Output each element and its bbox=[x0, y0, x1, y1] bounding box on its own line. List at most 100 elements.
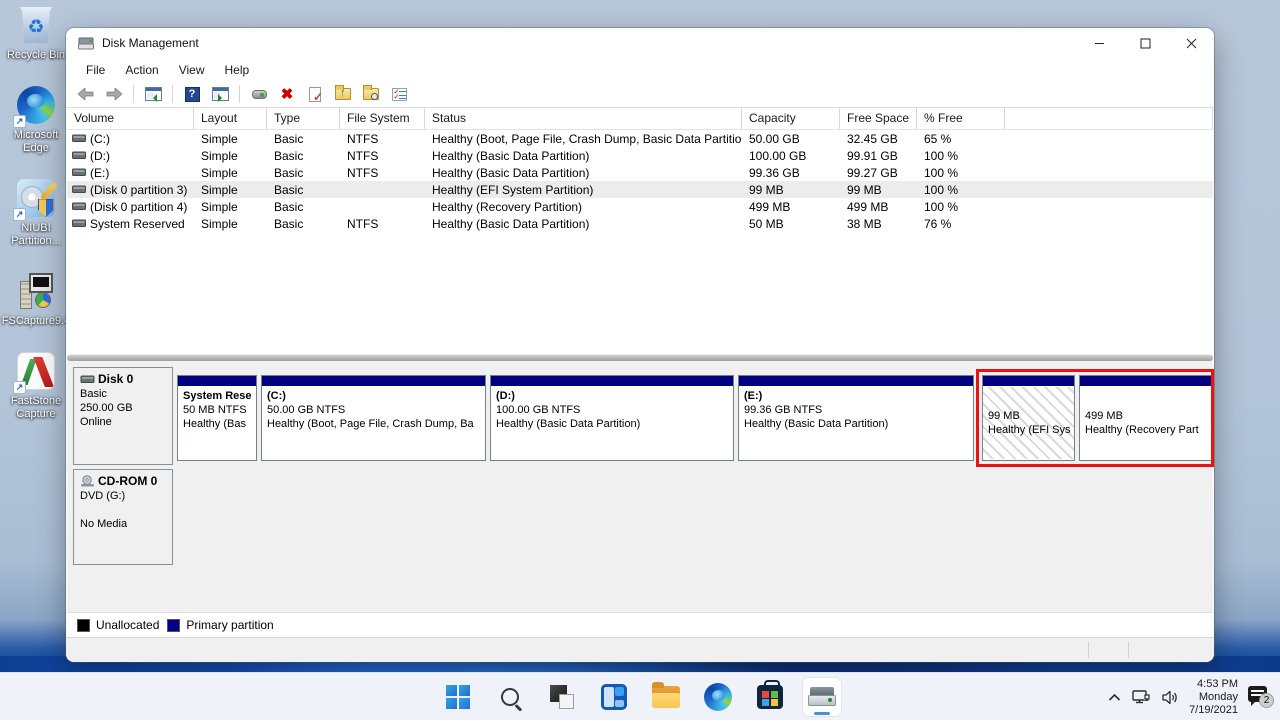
minimize-button[interactable] bbox=[1076, 28, 1122, 58]
table-row-e[interactable]: (E:) SimpleBasicNTFSHealthy (Basic Data … bbox=[67, 164, 1213, 181]
file-explorer-button[interactable] bbox=[647, 678, 685, 716]
column-volume[interactable]: Volume bbox=[67, 108, 194, 129]
column-capacity[interactable]: Capacity bbox=[742, 108, 840, 129]
help-icon[interactable]: ? bbox=[180, 83, 204, 105]
legend-primary-partition: Primary partition bbox=[167, 618, 273, 632]
niubi-shortcut[interactable]: ↗ NIUBI Partition... bbox=[4, 177, 68, 248]
shortcut-arrow-icon: ↗ bbox=[13, 208, 26, 221]
action-pane-icon[interactable] bbox=[208, 83, 232, 105]
title-bar[interactable]: Disk Management bbox=[66, 28, 1214, 58]
partition-system-reserved[interactable]: System Rese 50 MB NTFS Healthy (Bas bbox=[177, 375, 257, 461]
partition-color-strip bbox=[491, 376, 733, 387]
open-icon[interactable]: ↑ bbox=[331, 83, 355, 105]
partition-c[interactable]: (C:) 50.00 GB NTFS Healthy (Boot, Page F… bbox=[261, 375, 486, 461]
column-free-space[interactable]: Free Space bbox=[840, 108, 917, 129]
cdrom-type: DVD (G:) bbox=[80, 490, 166, 502]
microsoft-store-button[interactable] bbox=[751, 678, 789, 716]
widgets-button[interactable] bbox=[595, 678, 633, 716]
table-row-d[interactable]: (D:) SimpleBasicNTFSHealthy (Basic Data … bbox=[67, 147, 1213, 164]
toolbar-separator bbox=[239, 85, 240, 103]
cdrom-name: CD-ROM 0 bbox=[98, 474, 157, 488]
table-row-partition4[interactable]: (Disk 0 partition 4) SimpleBasicHealthy … bbox=[67, 198, 1213, 215]
forward-icon[interactable] bbox=[102, 83, 126, 105]
volume-list: Volume Layout Type File System Status Ca… bbox=[67, 108, 1213, 354]
partition-e[interactable]: (E:) 99.36 GB NTFS Healthy (Basic Data P… bbox=[738, 375, 974, 461]
explore-icon[interactable] bbox=[359, 83, 383, 105]
menu-help[interactable]: Help bbox=[215, 60, 260, 80]
menu-bar: File Action View Help bbox=[66, 58, 1214, 81]
taskbar-center-icons bbox=[439, 673, 841, 721]
edge-label: Microsoft Edge bbox=[14, 129, 59, 155]
menu-file[interactable]: File bbox=[76, 60, 115, 80]
device-view-icon[interactable] bbox=[247, 83, 271, 105]
disk-management-taskbar-button[interactable] bbox=[803, 678, 841, 716]
scrollbar-thumb[interactable] bbox=[67, 355, 1213, 361]
recycle-bin-icon: ♻ bbox=[20, 7, 52, 43]
fscapture-label: FSCapture9.4 bbox=[2, 315, 70, 328]
menu-view[interactable]: View bbox=[169, 60, 215, 80]
widgets-icon bbox=[601, 684, 627, 710]
column-pct-free[interactable]: % Free bbox=[917, 108, 1005, 129]
volume-list-header: Volume Layout Type File System Status Ca… bbox=[67, 108, 1213, 130]
desktop-icon-column: ♻ Recycle Bin ↗ Microsoft Edge ↗ NIUBI P… bbox=[4, 4, 68, 421]
volume-icon bbox=[72, 202, 86, 211]
clock-date: 7/19/2021 bbox=[1189, 704, 1238, 717]
horizontal-scrollbar[interactable] bbox=[67, 354, 1213, 362]
column-type[interactable]: Type bbox=[267, 108, 340, 129]
task-view-icon bbox=[550, 685, 574, 709]
volume-icon[interactable] bbox=[1161, 690, 1179, 705]
volume-icon bbox=[72, 151, 86, 160]
notification-center-button[interactable]: 2 bbox=[1248, 686, 1274, 708]
windows-logo-icon bbox=[446, 685, 470, 709]
volume-icon bbox=[72, 185, 86, 194]
toolbar-separator bbox=[133, 85, 134, 103]
partition-color-strip bbox=[262, 376, 485, 387]
column-file-system[interactable]: File System bbox=[340, 108, 425, 129]
volume-icon bbox=[72, 168, 86, 177]
disk-management-window: Disk Management File Action View Help ? … bbox=[66, 28, 1214, 662]
column-layout[interactable]: Layout bbox=[194, 108, 267, 129]
search-button[interactable] bbox=[491, 678, 529, 716]
edge-taskbar-button[interactable] bbox=[699, 678, 737, 716]
network-icon[interactable] bbox=[1131, 689, 1151, 705]
fscapture-shortcut[interactable]: FSCapture9.4 bbox=[4, 270, 68, 328]
column-status[interactable]: Status bbox=[425, 108, 742, 129]
partition-efi[interactable]: 99 MB Healthy (EFI Sys bbox=[982, 375, 1075, 461]
set-active-icon[interactable]: ✓ bbox=[303, 83, 327, 105]
disk-management-app-icon bbox=[78, 36, 94, 50]
start-button[interactable] bbox=[439, 678, 477, 716]
partition-d[interactable]: (D:) 100.00 GB NTFS Healthy (Basic Data … bbox=[490, 375, 734, 461]
back-icon[interactable] bbox=[74, 83, 98, 105]
niubi-label: NIUBI Partition... bbox=[11, 222, 61, 248]
edge-shortcut[interactable]: ↗ Microsoft Edge bbox=[4, 84, 68, 155]
disk0-name: Disk 0 bbox=[98, 372, 133, 386]
partition-color-strip bbox=[739, 376, 973, 387]
close-button[interactable] bbox=[1168, 28, 1214, 58]
clock[interactable]: 4:53 PM Monday 7/19/2021 bbox=[1189, 678, 1238, 717]
task-view-button[interactable] bbox=[543, 678, 581, 716]
disk0-size: 250.00 GB bbox=[80, 402, 166, 414]
partition-recovery[interactable]: 499 MB Healthy (Recovery Part bbox=[1079, 375, 1213, 461]
maximize-button[interactable] bbox=[1122, 28, 1168, 58]
tray-chevron-icon[interactable] bbox=[1108, 693, 1121, 702]
toolbar: ? ✖ ✓ ↑ ✓✓ bbox=[66, 81, 1214, 108]
table-row-c[interactable]: (C:) SimpleBasicNTFSHealthy (Boot, Page … bbox=[67, 130, 1213, 147]
partition-color-strip bbox=[983, 376, 1074, 387]
edge-icon bbox=[704, 683, 732, 711]
clock-time: 4:53 PM bbox=[1189, 678, 1238, 691]
menu-action[interactable]: Action bbox=[115, 60, 168, 80]
disk0-info-panel[interactable]: Disk 0 Basic 250.00 GB Online bbox=[73, 367, 173, 465]
faststone-shortcut[interactable]: ↗ FastStone Capture bbox=[4, 350, 68, 421]
search-icon bbox=[501, 688, 519, 706]
cdrom-status: No Media bbox=[80, 518, 166, 530]
recycle-bin-shortcut[interactable]: ♻ Recycle Bin bbox=[4, 4, 68, 62]
volume-icon bbox=[72, 219, 86, 228]
table-row-partition3[interactable]: (Disk 0 partition 3) SimpleBasicHealthy … bbox=[67, 181, 1213, 198]
delete-icon[interactable]: ✖ bbox=[275, 83, 299, 105]
cdrom-info-panel[interactable]: CD-ROM 0 DVD (G:) No Media bbox=[73, 469, 173, 565]
console-tree-icon[interactable] bbox=[141, 83, 165, 105]
table-row-system-reserved[interactable]: System Reserved SimpleBasicNTFSHealthy (… bbox=[67, 215, 1213, 232]
properties-icon[interactable]: ✓✓ bbox=[387, 83, 411, 105]
volume-icon bbox=[72, 134, 86, 143]
partition-color-strip bbox=[178, 376, 256, 387]
